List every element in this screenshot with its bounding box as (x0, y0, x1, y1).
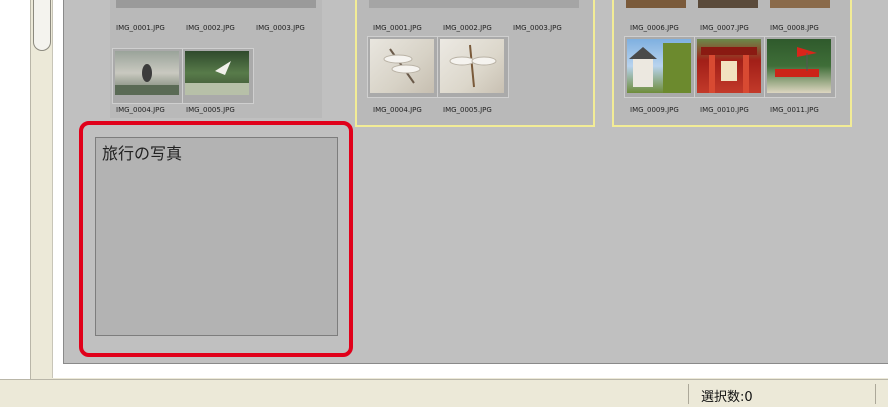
thumbnail-label: IMG_0003.JPG (513, 24, 562, 32)
thumbnail-label: IMG_0005.JPG (443, 106, 492, 114)
photo-thumbnail[interactable] (624, 36, 696, 98)
highlight-outline (79, 121, 353, 357)
thumbnail-label: IMG_0008.JPG (770, 24, 819, 32)
photo-thumbnail[interactable] (694, 36, 766, 98)
photo-thumbnail[interactable] (367, 36, 439, 98)
temple-photo (627, 39, 691, 93)
photo-thumbnail[interactable] (182, 48, 254, 104)
thumbnail-row-cut (698, 0, 758, 8)
folder-tree-pane[interactable] (0, 0, 31, 380)
photo-group[interactable]: IMG_0001.JPG IMG_0002.JPG IMG_0003.JPG I… (110, 0, 322, 118)
thumbnail-label: IMG_0004.JPG (116, 106, 165, 114)
thumbnail-label: IMG_0009.JPG (630, 106, 679, 114)
garden-photo (767, 39, 831, 93)
thumbnail-row-cut (116, 0, 316, 8)
thumbnail-label: IMG_0001.JPG (373, 24, 422, 32)
thumbnail-label: IMG_0002.JPG (443, 24, 492, 32)
photo-thumbnail[interactable] (764, 36, 836, 98)
photo-group-selected[interactable]: IMG_0006.JPG IMG_0007.JPG IMG_0008.JPG I… (612, 0, 852, 127)
thumbnail-label: IMG_0011.JPG (770, 106, 819, 114)
status-divider (875, 384, 876, 404)
thumbnail-label: IMG_0001.JPG (116, 24, 165, 32)
photo-thumbnail[interactable] (112, 48, 184, 104)
scrollbar-thumb[interactable] (33, 0, 51, 51)
egret-photo (185, 51, 249, 95)
selection-count: 選択数:0 (701, 390, 753, 405)
thumbnail-label: IMG_0002.JPG (186, 24, 235, 32)
thumbnail-label: IMG_0003.JPG (256, 24, 305, 32)
dragonfly-photo (370, 39, 434, 93)
status-bar: 選択数:0 (0, 379, 888, 407)
thumbnail-label: IMG_0006.JPG (630, 24, 679, 32)
thumbnail-row-cut (626, 0, 686, 8)
thumbnail-row-cut (369, 0, 579, 8)
shrine-gate-photo (697, 39, 761, 93)
thumbnail-row-cut (770, 0, 830, 8)
thumbnail-label: IMG_0005.JPG (186, 106, 235, 114)
photo-group-selected[interactable]: IMG_0001.JPG IMG_0002.JPG IMG_0003.JPG I… (355, 0, 595, 127)
thumbnail-label: IMG_0010.JPG (700, 106, 749, 114)
dragonfly-photo (440, 39, 504, 93)
heron-photo (115, 51, 179, 95)
thumbnail-label: IMG_0007.JPG (700, 24, 749, 32)
status-divider (688, 384, 689, 404)
photo-thumbnail[interactable] (437, 36, 509, 98)
thumbnail-label: IMG_0004.JPG (373, 106, 422, 114)
